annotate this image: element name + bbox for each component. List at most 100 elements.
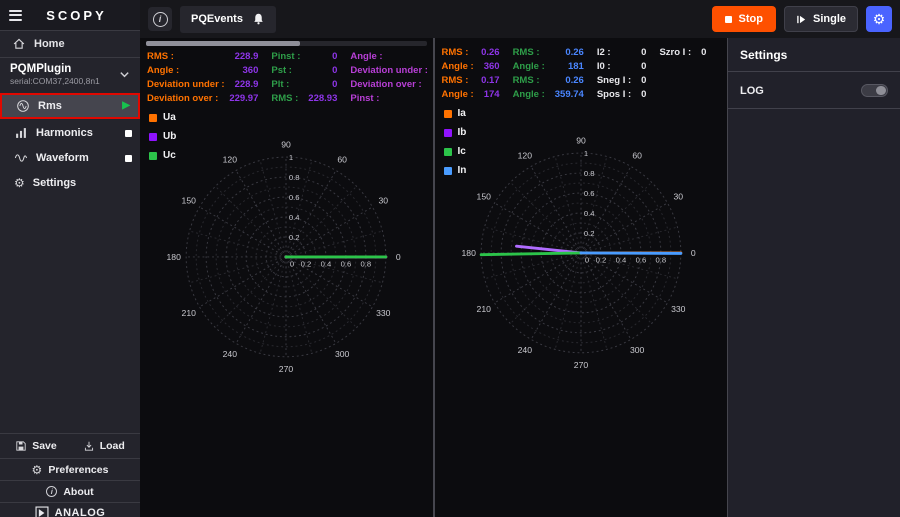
measure-value: 181 <box>568 60 584 73</box>
svg-text:0.8: 0.8 <box>361 260 372 269</box>
legend-swatch <box>444 148 452 156</box>
measure-value: 359.74 <box>555 88 584 101</box>
stop-button[interactable]: Stop <box>712 6 776 32</box>
svg-text:30: 30 <box>379 196 389 206</box>
legend-item: Uc <box>149 150 176 161</box>
sidebar-header: SCOPY <box>0 0 140 30</box>
sidebar-item-label: Home <box>34 38 65 50</box>
measure-label: Szro I : <box>659 46 691 59</box>
log-label: LOG <box>740 85 764 97</box>
gear-icon: ⚙ <box>14 177 25 189</box>
sidebar-footer: Save Load ⚙ Preferences i About ANALOG <box>0 433 140 517</box>
tab-label: PQEvents <box>191 13 243 25</box>
measure-label: RMS : <box>442 74 469 87</box>
save-button[interactable]: Save <box>15 440 57 452</box>
measure-cell: RMS :228.9 <box>147 50 258 63</box>
measure-cell: Angle :360 <box>147 64 258 77</box>
measure-value: 229.97 <box>229 92 258 105</box>
sidebar-item-label: Harmonics <box>36 127 117 139</box>
settings-gear-button[interactable]: ⚙ <box>866 6 892 32</box>
measure-label: Deviation under : <box>147 78 225 91</box>
sidebar-item-settings[interactable]: ⚙ Settings <box>0 172 140 194</box>
stop-indicator-icon[interactable] <box>125 130 132 137</box>
horizontal-scrollbar[interactable] <box>146 41 427 46</box>
instrument-area: RMS :228.9Angle :360Deviation under :228… <box>140 38 727 517</box>
load-button[interactable]: Load <box>83 440 125 452</box>
svg-text:0.8: 0.8 <box>584 169 595 178</box>
current-panel: RMS :0.26Angle :360RMS :0.17Angle :174RM… <box>435 38 728 517</box>
measure-label: Pinst : <box>350 92 379 105</box>
measure-column: RMS :0.26Angle :360RMS :0.17Angle :174 <box>442 46 500 101</box>
svg-text:0: 0 <box>691 248 696 258</box>
run-play-icon[interactable]: ▶ <box>122 101 130 111</box>
plugin-header-pqmplugin[interactable]: PQMPlugin serial:COM37,2400,8n1 <box>0 58 140 90</box>
legend-item: Ia <box>444 108 467 119</box>
measure-value: 228.9 <box>235 78 259 91</box>
measure-label: RMS : <box>147 50 174 63</box>
svg-text:120: 120 <box>517 151 532 161</box>
measure-cell: Deviation under : 228.9 <box>147 78 258 91</box>
single-label: Single <box>813 13 846 25</box>
voltage-chart-area: UaUbUc 030609012015018021024027030033000… <box>140 107 433 517</box>
svg-text:150: 150 <box>476 192 491 202</box>
about-label: About <box>63 486 93 498</box>
scrollbar-thumb[interactable] <box>146 41 300 46</box>
sidebar-item-harmonics[interactable]: Harmonics <box>0 122 140 144</box>
measure-cell: Spos I :0 <box>597 88 647 101</box>
measure-column: RMS :0.26Angle :181RMS :0.26Angle :359.7… <box>513 46 584 101</box>
rms-icon <box>16 99 30 113</box>
harmonics-icon <box>14 126 28 140</box>
about-button[interactable]: i About <box>0 481 140 502</box>
measure-label: Pst : <box>271 64 292 77</box>
svg-text:0.8: 0.8 <box>289 173 300 182</box>
measure-cell: Angle :0 <box>350 50 432 63</box>
measure-cell: Pinst :0 <box>350 92 432 105</box>
svg-text:0.2: 0.2 <box>301 260 312 269</box>
measure-value: 228.93 <box>308 92 337 105</box>
measure-value: 0 <box>641 88 646 101</box>
measure-label: Angle : <box>442 60 474 73</box>
measure-cell: Szro I : 0 <box>659 46 706 59</box>
svg-text:0.6: 0.6 <box>635 256 646 265</box>
measure-cell: RMS : 228.93 <box>271 92 337 105</box>
measure-value: 0 <box>332 50 337 63</box>
svg-text:300: 300 <box>335 349 350 359</box>
measure-value: 0.26 <box>565 74 584 87</box>
hamburger-menu-icon[interactable] <box>9 10 22 21</box>
measure-value: 0 <box>701 46 706 59</box>
bell-icon <box>252 12 265 26</box>
log-toggle[interactable] <box>861 84 888 97</box>
measure-value: 0 <box>332 78 337 91</box>
info-button[interactable]: i <box>148 7 172 31</box>
svg-text:1: 1 <box>584 149 588 158</box>
svg-text:0.6: 0.6 <box>289 193 300 202</box>
sidebar-item-label: Settings <box>33 177 132 189</box>
single-button[interactable]: Single <box>784 6 858 32</box>
svg-text:0.4: 0.4 <box>584 209 595 218</box>
tab-pqevents[interactable]: PQEvents <box>180 6 276 33</box>
svg-text:0.6: 0.6 <box>584 189 595 198</box>
svg-text:0.4: 0.4 <box>321 260 332 269</box>
legend-label: Ub <box>163 131 176 142</box>
legend-swatch <box>149 152 157 160</box>
preferences-button[interactable]: ⚙ Preferences <box>0 459 140 480</box>
measure-label: RMS : <box>442 46 469 59</box>
current-legend: IaIbIcIn <box>444 108 467 176</box>
measure-value: 360 <box>484 60 500 73</box>
voltage-polar-chart[interactable]: 030609012015018021024027030033000.20.20.… <box>142 109 430 401</box>
measure-label: RMS : <box>271 92 298 105</box>
svg-text:0.4: 0.4 <box>615 256 626 265</box>
svg-text:240: 240 <box>517 345 532 355</box>
measure-value: 360 <box>243 64 259 77</box>
stop-indicator-icon[interactable] <box>125 155 132 162</box>
measure-label: Angle : <box>513 88 545 101</box>
stop-label: Stop <box>739 13 763 25</box>
measure-cell: Deviation under :228.93 <box>350 64 432 77</box>
sidebar-item-home[interactable]: Home <box>0 31 140 57</box>
adi-logo-icon <box>35 506 49 517</box>
legend-swatch <box>444 129 452 137</box>
sidebar-item-waveform[interactable]: Waveform <box>0 147 140 169</box>
current-polar-chart[interactable]: 030609012015018021024027030033000.20.20.… <box>437 105 725 397</box>
sidebar-item-rms[interactable]: Rms ▶ <box>2 95 138 117</box>
chevron-down-icon[interactable] <box>119 70 130 79</box>
